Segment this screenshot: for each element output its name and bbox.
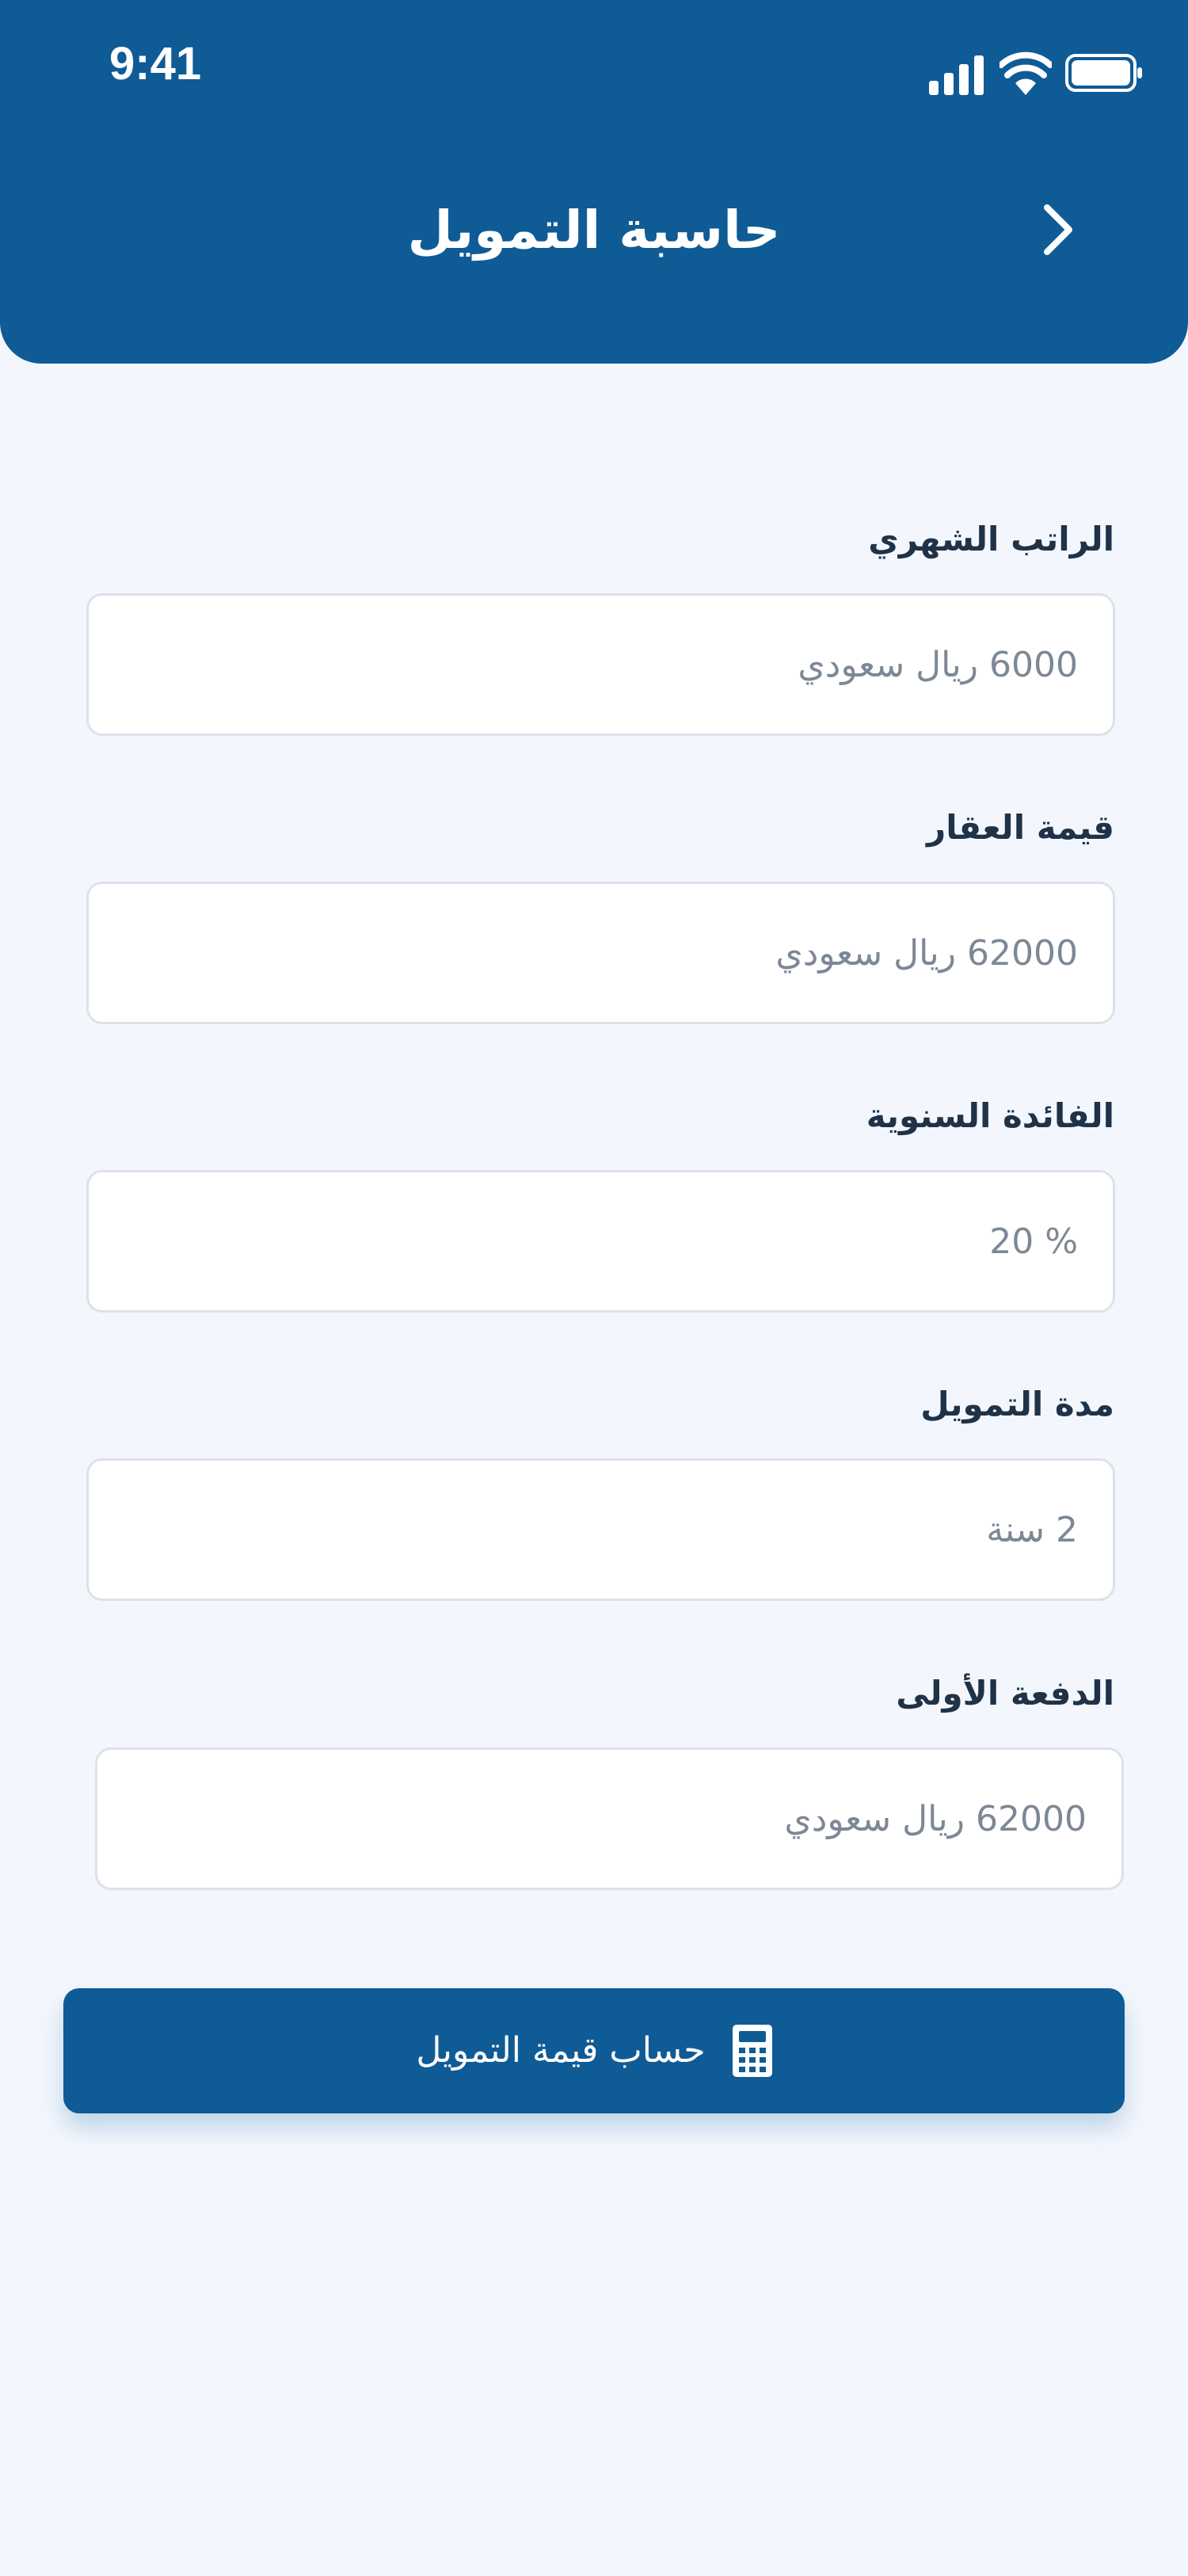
back-chevron-icon[interactable] [1025, 198, 1088, 261]
signal-icon [929, 55, 984, 95]
field-label-property-value: قيمة العقار [927, 808, 1114, 847]
field-label-down-payment: الدفعة الأولى [896, 1674, 1114, 1713]
annual-interest-input[interactable] [86, 1170, 1115, 1313]
monthly-salary-input[interactable] [86, 593, 1115, 736]
calculate-button-label: حساب قيمة التمويل [416, 2030, 706, 2071]
field-label-monthly-salary: الراتب الشهري [868, 520, 1114, 558]
status-time: 9:41 [109, 38, 202, 90]
financing-term-input[interactable] [86, 1458, 1115, 1601]
page-title: حاسبة التمويل [407, 200, 781, 261]
calculate-financing-button[interactable]: حساب قيمة التمويل [63, 1988, 1125, 2113]
app-header: 9:41 حاسبة التمويل [0, 0, 1188, 364]
field-label-financing-term: مدة التمويل [920, 1385, 1114, 1423]
calculator-icon [732, 2025, 772, 2077]
down-payment-input[interactable] [95, 1747, 1124, 1890]
wifi-icon [1000, 51, 1052, 95]
battery-icon [1065, 54, 1142, 92]
field-label-annual-interest: الفائدة السنوية [866, 1096, 1114, 1135]
property-value-input[interactable] [86, 882, 1115, 1024]
status-icons [927, 51, 1144, 95]
